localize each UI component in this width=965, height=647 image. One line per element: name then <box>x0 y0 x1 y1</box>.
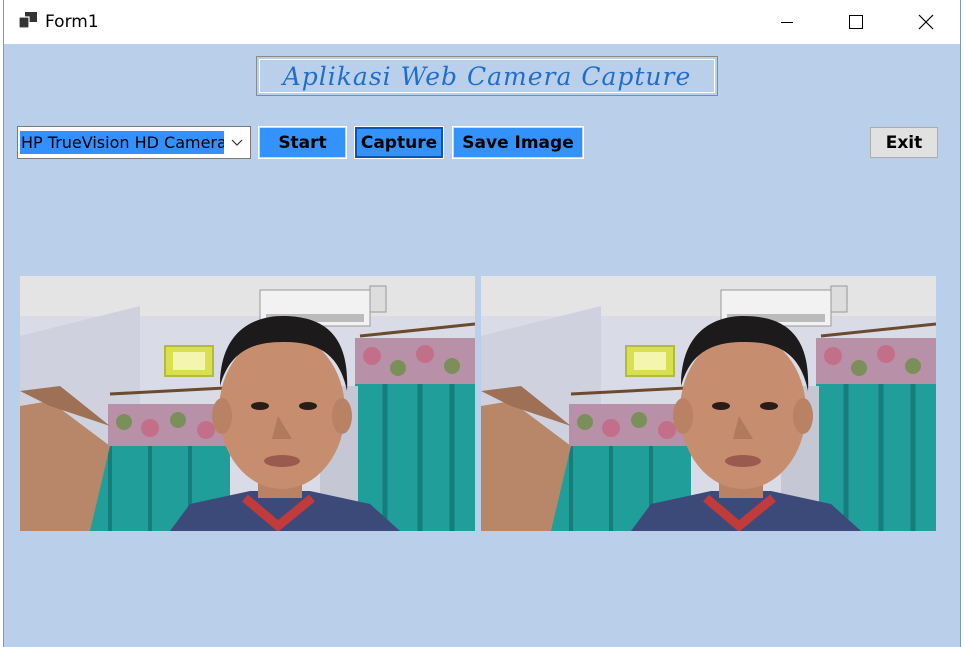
start-button[interactable]: Start <box>258 126 347 159</box>
app-icon <box>18 12 37 29</box>
maximize-icon <box>849 15 863 29</box>
app-heading: Aplikasi Web Camera Capture <box>282 61 692 91</box>
chevron-down-icon <box>231 139 243 146</box>
captured-image <box>481 276 936 531</box>
close-icon <box>918 14 934 30</box>
camera-select-value: HP TrueVision HD Camera <box>20 131 224 154</box>
minimize-icon <box>781 22 793 23</box>
heading-panel: Aplikasi Web Camera Capture <box>256 56 718 96</box>
heading-inner-border: Aplikasi Web Camera Capture <box>259 59 715 93</box>
minimize-button[interactable] <box>764 0 810 44</box>
camera-select[interactable]: HP TrueVision HD Camera <box>17 126 251 159</box>
save-image-button[interactable]: Save Image <box>452 126 584 159</box>
maximize-button[interactable] <box>833 0 879 44</box>
exit-button[interactable]: Exit <box>870 127 938 158</box>
window-title: Form1 <box>45 12 99 32</box>
capture-button[interactable]: Capture <box>354 126 444 159</box>
live-camera-feed <box>20 276 475 531</box>
title-bar[interactable]: Form1 <box>4 0 960 44</box>
close-button[interactable] <box>903 0 949 44</box>
form-window: Form1 Aplikasi Web Camera Capture HP Tru… <box>3 0 961 647</box>
